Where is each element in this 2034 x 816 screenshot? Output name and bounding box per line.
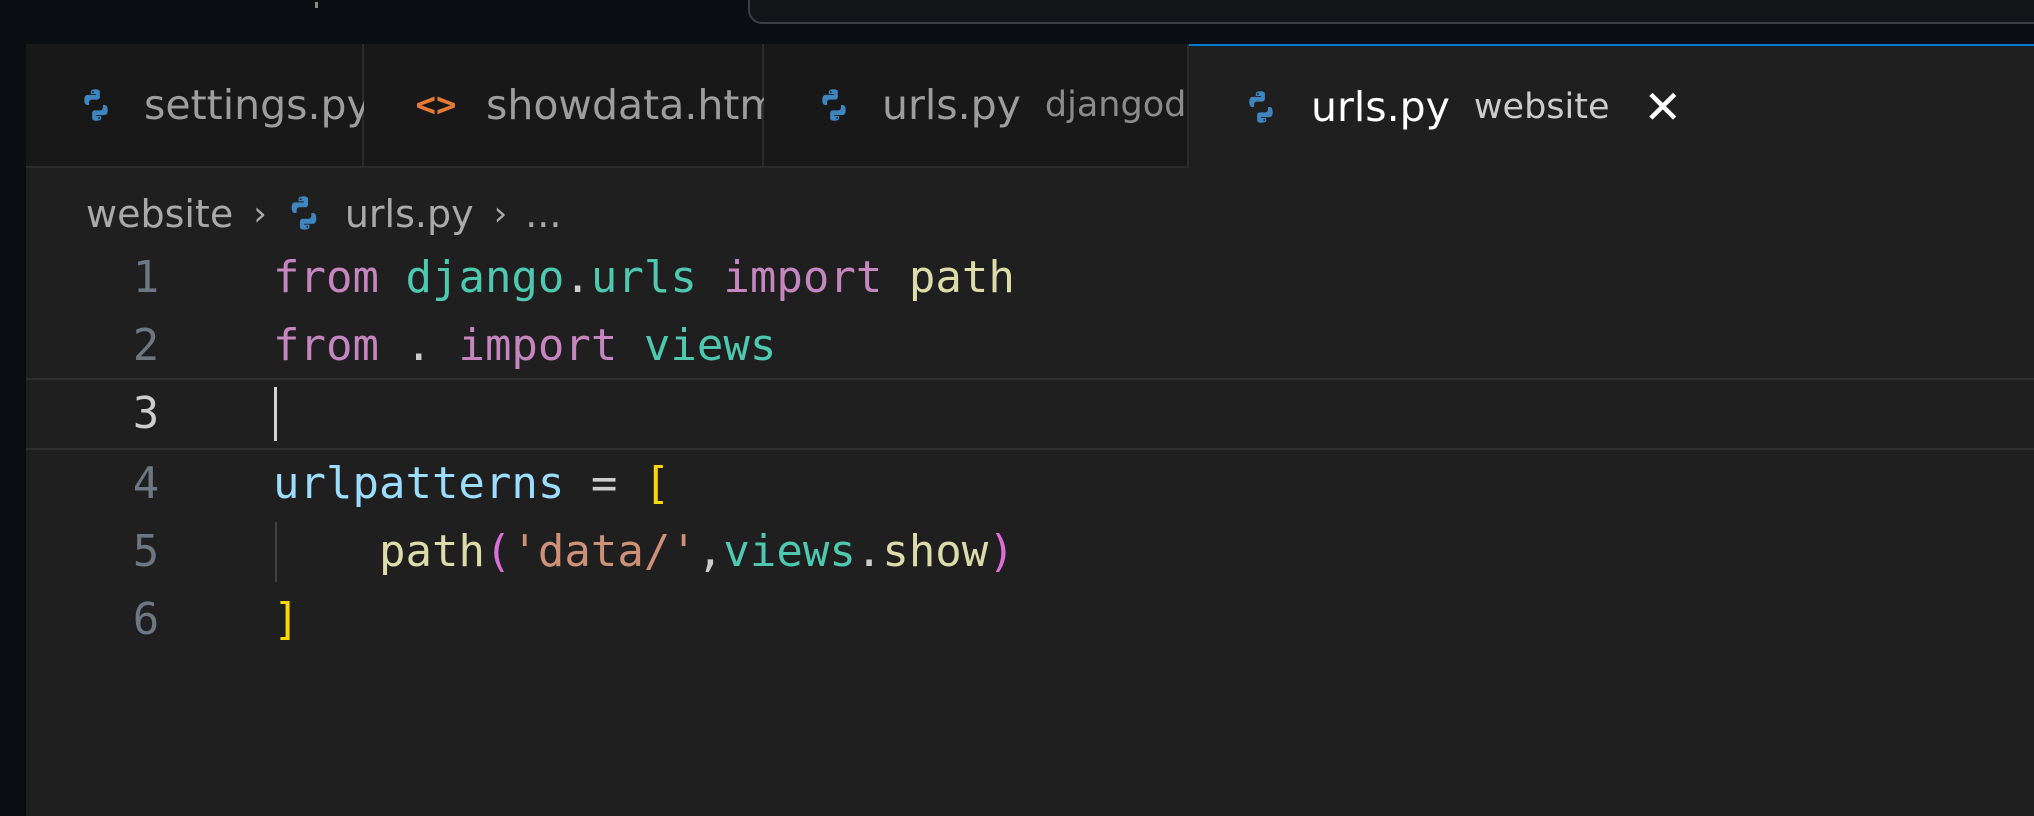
python-icon: [285, 194, 325, 234]
tab-label: showdata.html: [486, 81, 791, 129]
breadcrumb-folder[interactable]: website: [86, 192, 233, 236]
close-icon[interactable]: ✕: [1644, 84, 1683, 130]
html-code-icon: <>: [415, 85, 457, 125]
code-line: 2 from . import views: [26, 312, 2034, 380]
line-number: 3: [132, 388, 160, 439]
breadcrumb-file[interactable]: urls.py: [345, 192, 474, 236]
tab-description: website: [1473, 87, 1610, 127]
code-text: from . import views: [273, 320, 777, 371]
breadcrumb: website › urls.py › ...: [86, 188, 561, 240]
code-editor[interactable]: 1 from django.urls import path 2 from . …: [26, 244, 2034, 816]
tab-label: urls.py: [1311, 83, 1450, 131]
tab-label: urls.py: [882, 81, 1021, 129]
tab-label: settings.py: [144, 81, 371, 129]
tab-urls-py-website[interactable]: urls.py website ✕: [1189, 44, 2034, 168]
title-bar-mark: [315, 2, 318, 8]
line-number: 2: [132, 320, 160, 371]
command-center[interactable]: [748, 0, 2034, 24]
chevron-right-icon: ›: [253, 194, 267, 234]
line-number: 6: [132, 594, 160, 645]
line-number: 4: [132, 458, 160, 509]
line-number: 5: [132, 526, 160, 577]
editor-window: settings.py <> showdata.html urls.py dja…: [26, 44, 2034, 816]
python-icon: [1241, 87, 1281, 127]
line-number: 1: [132, 252, 160, 303]
tab-showdata-html[interactable]: <> showdata.html: [364, 44, 791, 168]
tab-description: djangodb: [1044, 85, 1209, 125]
code-text: urlpatterns = [: [273, 458, 671, 509]
python-icon: [816, 85, 852, 125]
code-line: 1 from django.urls import path: [26, 244, 2034, 312]
text-cursor: [274, 387, 277, 441]
chevron-right-icon: ›: [493, 194, 508, 234]
breadcrumb-more[interactable]: ...: [525, 192, 561, 236]
code-line: 6 ]: [26, 586, 2034, 654]
tab-urls-py-djangodb[interactable]: urls.py djangodb: [764, 44, 1209, 168]
code-text: path('data/',views.show): [378, 526, 1015, 577]
python-icon: [78, 85, 114, 125]
editor-tabs: settings.py <> showdata.html urls.py dja…: [26, 44, 2034, 168]
title-bar: [0, 0, 2034, 44]
code-line: 4 urlpatterns = [: [26, 450, 2034, 518]
code-line: 5 path('data/',views.show): [26, 518, 2034, 586]
code-text: ]: [273, 594, 300, 645]
code-text: from django.urls import path: [273, 252, 1015, 303]
tab-settings-py[interactable]: settings.py: [26, 44, 371, 168]
code-line-current: 3: [26, 378, 2034, 450]
